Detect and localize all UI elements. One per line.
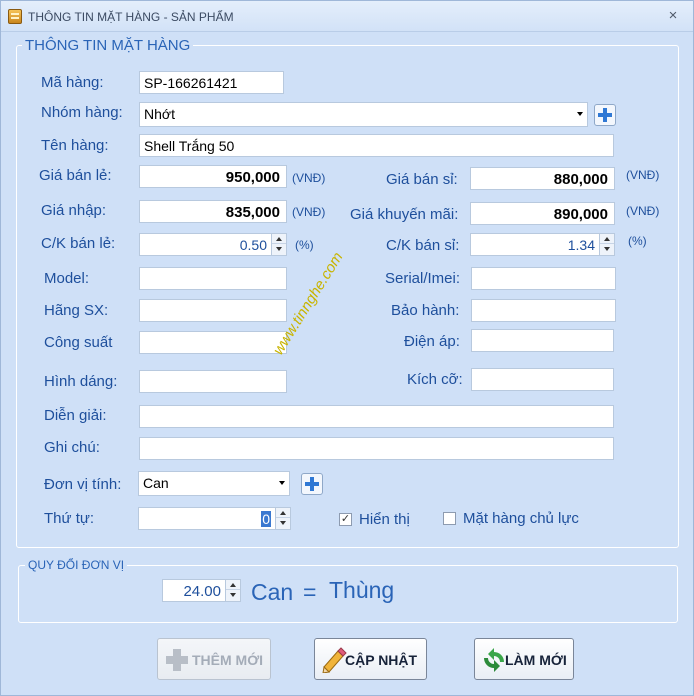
bao-hanh-input[interactable] — [471, 299, 616, 322]
chevron-down-icon[interactable] — [279, 481, 285, 485]
ck-ban-le-unit: (%) — [295, 238, 314, 252]
gia-khuyen-mai-input[interactable]: 890,000 — [470, 202, 615, 225]
ck-ban-si-spinner[interactable]: 1.34 — [470, 233, 615, 256]
mat-hang-chu-luc-checkbox[interactable] — [443, 512, 456, 525]
add-group-button[interactable] — [594, 104, 616, 126]
them-moi-label: THÊM MỚI — [192, 652, 264, 668]
ck-ban-le-value: 0.50 — [239, 237, 267, 253]
cap-nhat-label: CẬP NHẬT — [345, 652, 418, 668]
thu-tu-label: Thứ tự: — [44, 510, 95, 527]
plus-icon — [305, 477, 319, 491]
kich-co-input[interactable] — [471, 368, 614, 391]
hang-sx-input[interactable] — [139, 299, 287, 322]
dien-giai-label: Diễn giải: — [44, 407, 107, 424]
conversion-factor-spin-buttons[interactable] — [225, 580, 240, 601]
cong-suat-label: Công suất — [44, 334, 113, 351]
hien-thi-checkbox[interactable]: ✓ — [339, 513, 352, 526]
ck-ban-le-label: C/K bán lẻ: — [41, 235, 116, 252]
ck-ban-le-spin-buttons[interactable] — [271, 234, 286, 255]
product-info-window: THÔNG TIN MẶT HÀNG - SẢN PHẨM × THÔNG TI… — [0, 0, 694, 696]
them-moi-button[interactable]: THÊM MỚI — [157, 638, 271, 680]
conversion-group-title: QUY ĐỔI ĐƠN VỊ — [25, 558, 128, 572]
ma-hang-input[interactable]: SP-166261421 — [139, 71, 284, 94]
dien-giai-input[interactable] — [139, 405, 614, 428]
ck-ban-si-unit: (%) — [628, 234, 647, 248]
gia-nhap-unit: (VNĐ) — [292, 205, 326, 219]
conversion-to-unit: Thùng — [329, 577, 395, 603]
plus-icon — [166, 649, 188, 671]
add-unit-button[interactable] — [301, 473, 323, 495]
close-button[interactable]: × — [665, 7, 681, 25]
gia-khuyen-mai-unit: (VNĐ) — [626, 204, 660, 218]
ghi-chu-label: Ghi chú: — [44, 439, 100, 456]
cap-nhat-button[interactable]: CẬP NHẬT — [314, 638, 427, 680]
window-title: THÔNG TIN MẶT HÀNG - SẢN PHẨM — [28, 10, 234, 24]
model-label: Model: — [44, 270, 90, 287]
gia-nhap-label: Giá nhập: — [41, 202, 107, 219]
chevron-down-icon[interactable] — [577, 112, 583, 116]
serial-input[interactable] — [471, 267, 616, 290]
ghi-chu-input[interactable] — [139, 437, 614, 460]
thu-tu-value: 0 — [261, 511, 271, 527]
plus-icon — [598, 108, 612, 122]
gia-ban-le-label: Giá bán lẻ: — [39, 167, 112, 184]
mat-hang-chu-luc-label[interactable]: Mặt hàng chủ lực — [463, 510, 579, 527]
ma-hang-label: Mã hàng: — [41, 74, 104, 91]
don-vi-tinh-value: Can — [143, 475, 169, 491]
ck-ban-si-spin-buttons[interactable] — [599, 234, 614, 255]
nhom-hang-combo[interactable]: Nhớt — [139, 102, 588, 127]
conversion-factor-value: 24.00 — [183, 583, 221, 600]
hinh-dang-input[interactable] — [139, 370, 287, 393]
gia-ban-si-unit: (VNĐ) — [626, 168, 660, 182]
nhom-hang-value: Nhớt — [144, 106, 175, 122]
hang-sx-label: Hãng SX: — [44, 302, 109, 319]
refresh-icon — [484, 648, 504, 672]
product-info-group-title: THÔNG TIN MẶT HÀNG — [22, 37, 194, 54]
thu-tu-spinner[interactable]: 0 — [138, 507, 291, 530]
title-bar: THÔNG TIN MẶT HÀNG - SẢN PHẨM × — [1, 1, 693, 32]
thu-tu-spin-buttons[interactable] — [275, 508, 290, 529]
gia-ban-le-unit: (VNĐ) — [292, 171, 326, 185]
serial-label: Serial/Imei: — [385, 270, 461, 287]
kich-co-label: Kích cỡ: — [407, 371, 463, 388]
cong-suat-input[interactable] — [139, 331, 287, 354]
bao-hanh-label: Bảo hành: — [391, 302, 460, 319]
gia-ban-si-input[interactable]: 880,000 — [470, 167, 615, 190]
ten-hang-input[interactable]: Shell Trắng 50 — [139, 134, 614, 157]
don-vi-tinh-label: Đơn vị tính: — [44, 476, 122, 493]
conversion-from-unit: Can — [251, 579, 294, 605]
app-icon — [8, 9, 22, 24]
conversion-equals: = — [303, 579, 317, 605]
ck-ban-si-value: 1.34 — [567, 237, 595, 253]
pencil-icon — [322, 647, 347, 673]
ck-ban-le-spinner[interactable]: 0.50 — [139, 233, 287, 256]
gia-nhap-input[interactable]: 835,000 — [139, 200, 287, 223]
gia-ban-si-label: Giá bán sỉ: — [386, 171, 458, 188]
lam-moi-label: LÀM MỚI — [505, 652, 567, 668]
gia-khuyen-mai-label: Giá khuyến mãi: — [350, 206, 459, 223]
dien-ap-label: Điện áp: — [404, 333, 460, 350]
model-input[interactable] — [139, 267, 287, 290]
dien-ap-input[interactable] — [471, 329, 614, 352]
gia-ban-le-input[interactable]: 950,000 — [139, 165, 287, 188]
hien-thi-label[interactable]: Hiển thị — [359, 511, 410, 528]
don-vi-tinh-combo[interactable]: Can — [138, 471, 290, 496]
nhom-hang-label: Nhóm hàng: — [41, 104, 123, 121]
hinh-dang-label: Hình dáng: — [44, 373, 118, 390]
conversion-factor-spinner[interactable]: 24.00 — [162, 579, 241, 602]
ten-hang-label: Tên hàng: — [41, 137, 109, 154]
lam-moi-button[interactable]: LÀM MỚI — [474, 638, 574, 680]
ck-ban-si-label: C/K bán sỉ: — [386, 237, 460, 254]
